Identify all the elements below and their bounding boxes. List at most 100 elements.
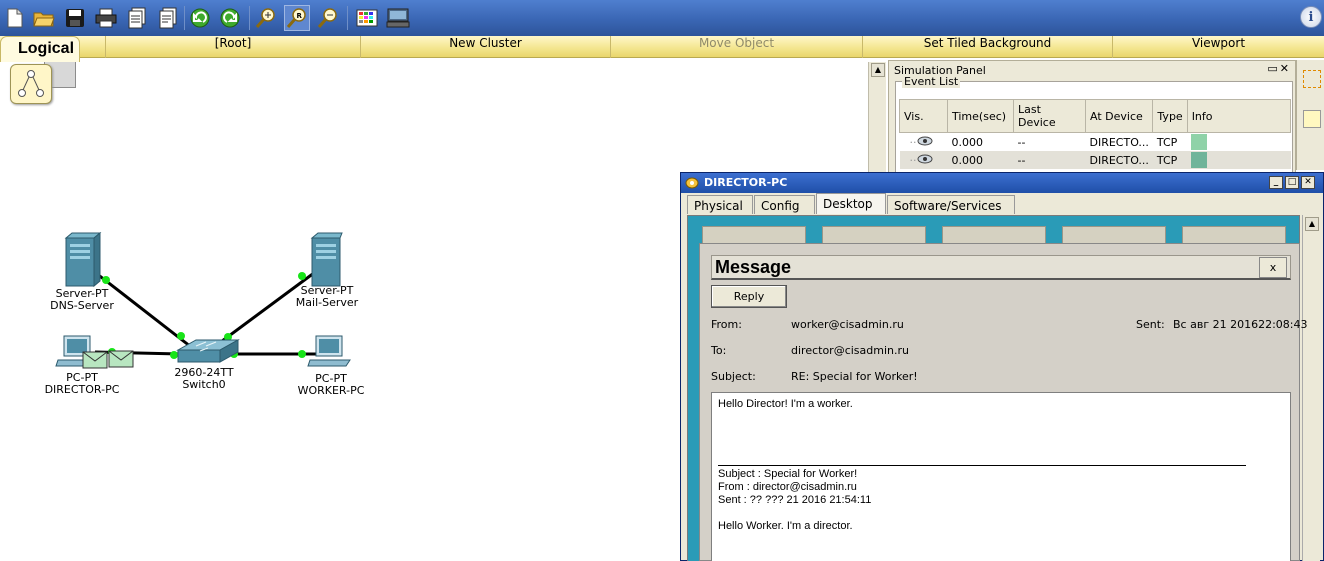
root-button[interactable]: [Root] [105,36,360,58]
message-body[interactable]: Hello Director! I'm a worker. Subject : … [711,392,1291,561]
column-header[interactable]: Time(sec) [947,99,1014,133]
new-icon[interactable] [2,5,28,31]
from-label: From: [711,318,742,331]
set-tiled-background-button[interactable]: Set Tiled Background [862,36,1112,58]
zoom-in-icon[interactable] [253,5,279,31]
sent-value: Вс авг 21 201622:08:43 [1173,318,1308,331]
undo-icon[interactable] [187,5,213,31]
eye-icon [917,154,932,163]
close-message-button[interactable]: x [1259,257,1287,278]
link-light [177,332,185,340]
note-tool-icon[interactable] [1303,110,1321,128]
to-value: director@cisadmin.ru [791,344,909,357]
custom-pdu-icon[interactable] [155,5,181,31]
tab-physical[interactable]: Physical [687,195,753,214]
simulation-panel: Simulation Panel ▭✕ Event List Vis. Time… [888,60,1296,190]
worker-pc-icon [307,335,351,367]
event-last-device: -- [1013,151,1086,169]
worker-pc-label: PC-PT WORKER-PC [297,372,365,397]
event-color-swatch[interactable] [1191,134,1208,150]
select-tool-icon[interactable] [1303,70,1321,88]
event-color-swatch[interactable] [1191,152,1208,168]
dns-server-icon [64,231,102,288]
tab-software-services[interactable]: Software/Services [887,195,1015,214]
main-toolbar: R i [0,0,1324,36]
message-title: Message [715,257,792,277]
quoted-sent: Sent : ?? ??? 21 2016 21:54:11 [718,494,872,506]
palette-icon[interactable] [354,5,380,31]
event-at-device: DIRECTO... [1089,135,1149,149]
new-cluster-button[interactable]: New Cluster [360,36,610,58]
zoom-reset-icon[interactable]: R [284,5,310,31]
column-header[interactable]: At Device [1084,99,1154,133]
window-title: DIRECTOR-PC [704,176,788,189]
table-row[interactable]: ·· 0.000 -- DIRECTO... TCP [899,151,1291,169]
navigation-widget[interactable] [10,64,52,104]
to-label: To: [711,344,727,357]
link-light [102,276,110,284]
svg-text:R: R [297,12,303,20]
quoted-from: From : director@cisadmin.ru [718,481,857,493]
mail-server-icon [310,232,343,287]
reply-text: Hello Director! I'm a worker. [718,398,853,410]
close-button[interactable]: ✕ [1301,176,1315,189]
redo-icon[interactable] [217,5,243,31]
subject-label: Subject: [711,370,756,383]
event-type: TCP [1156,135,1178,149]
packet-tracer-icon [685,177,699,189]
panel-controls: ▭✕ [1267,62,1291,75]
side-toolbar [1296,60,1324,170]
open-icon[interactable] [31,5,57,31]
desktop-scrollbar[interactable]: ▲ [1302,215,1320,561]
column-header[interactable]: Vis. [899,99,948,133]
dns-server-label: Server-PT DNS-Server [50,287,114,312]
zoom-out-icon[interactable] [315,5,341,31]
link-light [298,272,306,280]
column-header[interactable]: Last Device [1013,99,1086,133]
from-value: worker@cisadmin.ru [791,318,904,331]
activity-wizard-icon[interactable] [124,5,150,31]
network-nodes-icon [18,70,44,97]
custom-device-icon[interactable] [385,5,411,31]
link-director-switch [94,350,181,356]
mail-server-label: Server-PT Mail-Server [295,284,359,309]
quoted-text: Hello Worker. I'm a director. [718,520,853,532]
link-light [170,351,178,359]
close-icon[interactable]: ✕ [1280,62,1291,75]
maximize-button[interactable]: □ [1285,176,1299,189]
switch-label: 2960-24TT Switch0 [174,366,234,391]
tab-config[interactable]: Config [754,195,815,214]
link-light [298,350,306,358]
event-table: Vis. Time(sec) Last Device At Device Typ… [899,99,1292,169]
director-pc-label: PC-PT DIRECTOR-PC [44,371,120,396]
column-header[interactable]: Info [1186,99,1292,133]
logical-tab[interactable]: Logical [0,36,80,62]
event-time: 0.000 [951,135,984,149]
viewport-button[interactable]: Viewport [1112,36,1324,58]
event-at-device: DIRECTO... [1085,151,1153,169]
event-list-label: Event List [902,75,961,88]
minimize-button[interactable]: _ [1269,176,1283,189]
event-type: TCP [1152,151,1188,169]
move-object-button[interactable]: Move Object [610,36,862,58]
scroll-up-arrow-icon[interactable]: ▲ [871,63,885,77]
subject-value: RE: Special for Worker! [791,370,918,383]
sent-label: Sent: [1136,318,1165,331]
scroll-up-arrow-icon[interactable]: ▲ [1305,217,1319,231]
tab-desktop[interactable]: Desktop [816,193,886,214]
restore-icon[interactable]: ▭ [1267,62,1279,75]
reply-button[interactable]: Reply [711,285,787,308]
message-header: Message x [711,255,1291,280]
column-header[interactable]: Type [1152,99,1188,133]
email-message-view: Message x Reply From: worker@cisadmin.ru… [699,243,1307,561]
window-titlebar[interactable]: DIRECTOR-PC _ □ ✕ [681,173,1323,193]
print-icon[interactable] [93,5,119,31]
quoted-subject: Subject : Special for Worker! [718,468,858,480]
table-row[interactable]: ·· 0.000 -- DIRECTO... TCP [900,133,1291,152]
save-icon[interactable] [62,5,88,31]
eye-icon [917,136,932,145]
event-last-device: -- [1017,135,1026,149]
event-time: 0.000 [947,151,1014,169]
info-button[interactable]: i [1300,6,1322,28]
logical-workspace-bar: [Root] New Cluster Move Object Set Tiled… [0,36,1324,58]
